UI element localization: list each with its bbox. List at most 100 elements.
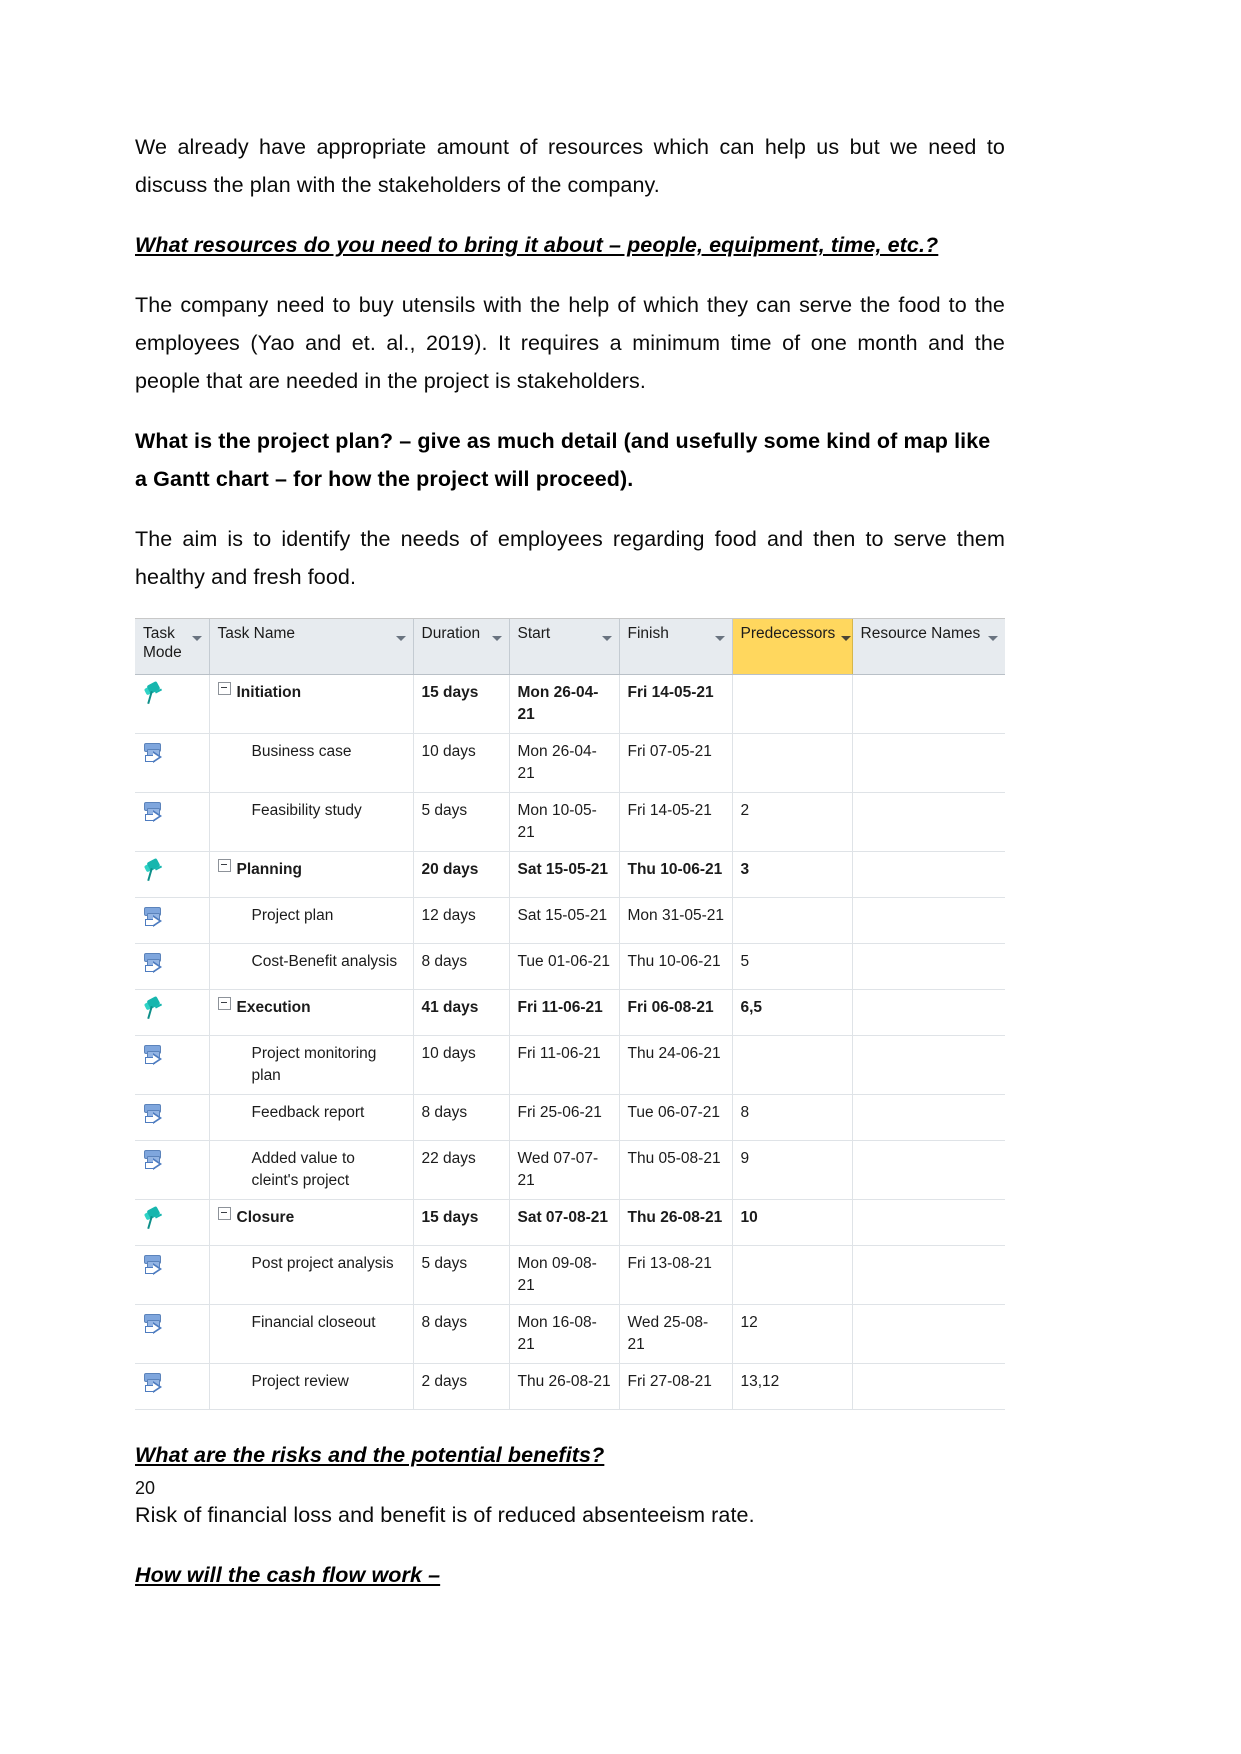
task-duration-cell[interactable]: 5 days bbox=[413, 792, 510, 852]
task-mode-cell[interactable] bbox=[135, 1199, 210, 1246]
filter-dropdown-icon[interactable] bbox=[395, 636, 406, 641]
task-duration-cell[interactable]: 8 days bbox=[413, 943, 510, 990]
task-duration-cell[interactable]: 22 days bbox=[413, 1140, 510, 1200]
task-duration-cell[interactable]: 20 days bbox=[413, 851, 510, 898]
table-row[interactable]: Planning 20 days Sat 15-05-21 Thu 10-06-21 3 bbox=[135, 851, 1005, 898]
filter-dropdown-icon[interactable] bbox=[491, 636, 502, 641]
filter-dropdown-icon[interactable] bbox=[601, 636, 612, 641]
task-predecessors-cell[interactable]: 6,5 bbox=[732, 989, 853, 1036]
task-predecessors-cell[interactable]: 2 bbox=[732, 792, 853, 852]
filter-dropdown-icon[interactable] bbox=[191, 636, 202, 641]
task-mode-cell[interactable] bbox=[135, 943, 210, 990]
task-predecessors-cell[interactable] bbox=[732, 674, 853, 734]
task-name-cell[interactable]: Cost-Benefit analysis bbox=[209, 943, 414, 990]
task-finish-cell[interactable]: Fri 13-08-21 bbox=[619, 1245, 733, 1305]
table-row[interactable]: Project monitoring plan 10 days Fri 11-06-… bbox=[135, 1035, 1005, 1095]
task-resources-cell[interactable] bbox=[852, 733, 1005, 793]
task-name-cell[interactable]: Business case bbox=[209, 733, 414, 793]
task-name-cell[interactable]: Planning bbox=[209, 851, 414, 898]
task-mode-cell[interactable] bbox=[135, 1245, 210, 1305]
column-header-name[interactable]: Task Name bbox=[209, 619, 414, 675]
task-resources-cell[interactable] bbox=[852, 674, 1005, 734]
task-start-cell[interactable]: Mon 09-08-21 bbox=[509, 1245, 620, 1305]
task-name-cell[interactable]: Feasibility study bbox=[209, 792, 414, 852]
task-predecessors-cell[interactable]: 10 bbox=[732, 1199, 853, 1246]
task-duration-cell[interactable]: 8 days bbox=[413, 1094, 510, 1141]
task-finish-cell[interactable]: Mon 31-05-21 bbox=[619, 897, 733, 944]
task-finish-cell[interactable]: Thu 05-08-21 bbox=[619, 1140, 733, 1200]
table-row[interactable]: Cost-Benefit analysis 8 days Tue 01-06-21 T… bbox=[135, 943, 1005, 990]
task-resources-cell[interactable] bbox=[852, 943, 1005, 990]
task-mode-cell[interactable] bbox=[135, 733, 210, 793]
task-duration-cell[interactable]: 10 days bbox=[413, 733, 510, 793]
task-duration-cell[interactable]: 15 days bbox=[413, 674, 510, 734]
task-resources-cell[interactable] bbox=[852, 851, 1005, 898]
task-finish-cell[interactable]: Fri 14-05-21 bbox=[619, 792, 733, 852]
outline-collapse-icon[interactable] bbox=[217, 682, 231, 695]
task-resources-cell[interactable] bbox=[852, 989, 1005, 1036]
table-row[interactable]: Business case 10 days Mon 26-04-21 Fri 07-0… bbox=[135, 733, 1005, 793]
table-row[interactable]: Feasibility study 5 days Mon 10-05-21 Fri 1… bbox=[135, 792, 1005, 852]
task-start-cell[interactable]: Mon 26-04-21 bbox=[509, 733, 620, 793]
task-duration-cell[interactable]: 12 days bbox=[413, 897, 510, 944]
task-start-cell[interactable]: Mon 10-05-21 bbox=[509, 792, 620, 852]
task-predecessors-cell[interactable] bbox=[732, 733, 853, 793]
column-header-resources[interactable]: Resource Names bbox=[852, 619, 1005, 675]
task-finish-cell[interactable]: Fri 27-08-21 bbox=[619, 1363, 733, 1410]
task-predecessors-cell[interactable]: 13,12 bbox=[732, 1363, 853, 1410]
task-duration-cell[interactable]: 41 days bbox=[413, 989, 510, 1036]
task-name-cell[interactable]: Execution bbox=[209, 989, 414, 1036]
task-name-cell[interactable]: Post project analysis bbox=[209, 1245, 414, 1305]
task-name-cell[interactable]: Added value to cleint's project bbox=[209, 1140, 414, 1200]
outline-collapse-icon[interactable] bbox=[217, 1207, 231, 1220]
task-mode-cell[interactable] bbox=[135, 1363, 210, 1410]
task-predecessors-cell[interactable]: 12 bbox=[732, 1304, 853, 1364]
table-row[interactable]: Initiation 15 days Mon 26-04-21 Fri 14-05-2… bbox=[135, 674, 1005, 734]
task-finish-cell[interactable]: Fri 06-08-21 bbox=[619, 989, 733, 1036]
task-predecessors-cell[interactable] bbox=[732, 1245, 853, 1305]
task-mode-cell[interactable] bbox=[135, 1035, 210, 1095]
task-mode-cell[interactable] bbox=[135, 1094, 210, 1141]
task-resources-cell[interactable] bbox=[852, 1140, 1005, 1200]
table-row[interactable]: Project review 2 days Thu 26-08-21 Fri 27-0… bbox=[135, 1363, 1005, 1410]
task-duration-cell[interactable]: 8 days bbox=[413, 1304, 510, 1364]
column-header-start[interactable]: Start bbox=[509, 619, 620, 675]
task-resources-cell[interactable] bbox=[852, 792, 1005, 852]
task-finish-cell[interactable]: Thu 24-06-21 bbox=[619, 1035, 733, 1095]
task-resources-cell[interactable] bbox=[852, 1199, 1005, 1246]
task-resources-cell[interactable] bbox=[852, 1094, 1005, 1141]
task-resources-cell[interactable] bbox=[852, 1035, 1005, 1095]
task-mode-cell[interactable] bbox=[135, 989, 210, 1036]
task-resources-cell[interactable] bbox=[852, 1245, 1005, 1305]
task-mode-cell[interactable] bbox=[135, 1140, 210, 1200]
outline-collapse-icon[interactable] bbox=[217, 859, 231, 872]
task-name-cell[interactable]: Initiation bbox=[209, 674, 414, 734]
task-predecessors-cell[interactable] bbox=[732, 897, 853, 944]
table-row[interactable]: Feedback report 8 days Fri 25-06-21 Tue 06-… bbox=[135, 1094, 1005, 1141]
task-start-cell[interactable]: Sat 07-08-21 bbox=[509, 1199, 620, 1246]
filter-dropdown-icon[interactable] bbox=[841, 636, 852, 641]
task-name-cell[interactable]: Project monitoring plan bbox=[209, 1035, 414, 1095]
task-mode-cell[interactable] bbox=[135, 674, 210, 734]
task-finish-cell[interactable]: Fri 14-05-21 bbox=[619, 674, 733, 734]
table-row[interactable]: Post project analysis 5 days Mon 09-08-21 F… bbox=[135, 1245, 1005, 1305]
task-start-cell[interactable]: Wed 07-07-21 bbox=[509, 1140, 620, 1200]
task-mode-cell[interactable] bbox=[135, 851, 210, 898]
column-header-finish[interactable]: Finish bbox=[619, 619, 733, 675]
task-duration-cell[interactable]: 5 days bbox=[413, 1245, 510, 1305]
task-duration-cell[interactable]: 15 days bbox=[413, 1199, 510, 1246]
task-name-cell[interactable]: Project plan bbox=[209, 897, 414, 944]
task-start-cell[interactable]: Thu 26-08-21 bbox=[509, 1363, 620, 1410]
task-predecessors-cell[interactable]: 3 bbox=[732, 851, 853, 898]
table-row[interactable]: Closure 15 days Sat 07-08-21 Thu 26-08-21 10 bbox=[135, 1199, 1005, 1246]
task-start-cell[interactable]: Mon 16-08-21 bbox=[509, 1304, 620, 1364]
task-duration-cell[interactable]: 2 days bbox=[413, 1363, 510, 1410]
task-start-cell[interactable]: Mon 26-04-21 bbox=[509, 674, 620, 734]
task-finish-cell[interactable]: Fri 07-05-21 bbox=[619, 733, 733, 793]
outline-collapse-icon[interactable] bbox=[217, 997, 231, 1010]
task-name-cell[interactable]: Closure bbox=[209, 1199, 414, 1246]
task-start-cell[interactable]: Sat 15-05-21 bbox=[509, 851, 620, 898]
task-name-cell[interactable]: Feedback report bbox=[209, 1094, 414, 1141]
filter-dropdown-icon[interactable] bbox=[714, 636, 725, 641]
table-row[interactable]: Project plan 12 days Sat 15-05-21 Mon 31-05… bbox=[135, 897, 1005, 944]
